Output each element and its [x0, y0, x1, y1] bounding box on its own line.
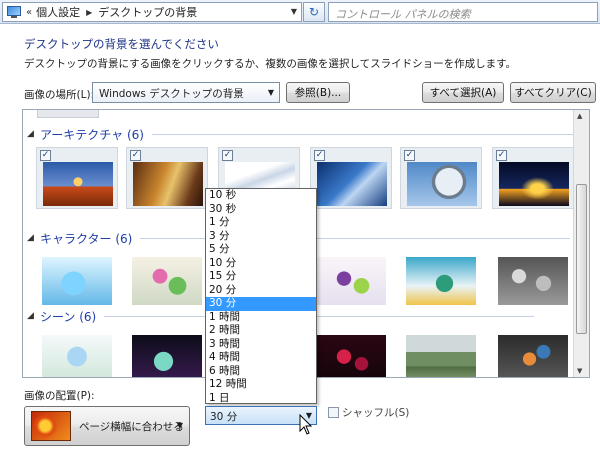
chevron-left-icon[interactable]: «	[26, 7, 32, 18]
interval-option[interactable]: 2 時間	[206, 324, 316, 338]
wallpaper-thumbnail	[407, 162, 477, 206]
checkbox-checked-icon[interactable]: ✓	[130, 150, 141, 161]
interval-option[interactable]: 4 時間	[206, 351, 316, 365]
wallpaper-thumbnail	[317, 162, 387, 206]
scroll-down-icon[interactable]: ▼	[577, 367, 582, 375]
wallpaper-thumbnail	[316, 257, 386, 305]
chevron-down-icon[interactable]: ▼	[291, 7, 297, 16]
scrollbar-thumb[interactable]	[576, 184, 587, 334]
wallpaper-tile-scene-6[interactable]	[492, 329, 574, 377]
wallpaper-thumbnail	[132, 335, 202, 377]
interval-dropdown-list[interactable]: 10 秒 30 秒1 分3 分5 分 10 分 15 分 20 分 30 分1 時間 2 時…	[205, 188, 317, 404]
group-label: シーン (6)	[40, 309, 97, 324]
position-value: ページ横幅に合わせる	[79, 421, 184, 433]
interval-option[interactable]: 1 時間	[206, 311, 316, 325]
checkbox-checked-icon[interactable]: ✓	[314, 150, 325, 161]
interval-option[interactable]: 1 分	[206, 216, 316, 230]
wallpaper-tile-scene-5[interactable]	[400, 329, 482, 377]
interval-option[interactable]: 3 時間	[206, 338, 316, 352]
checkbox-checked-icon[interactable]: ✓	[40, 150, 51, 161]
wallpaper-tile-architecture-2[interactable]: ✓	[126, 147, 208, 209]
wallpaper-tile-architecture-4[interactable]: ✓	[310, 147, 392, 209]
breadcrumb[interactable]: « 個人設定 ▶ デスクトップの背景 ▼	[2, 2, 302, 22]
interval-option[interactable]: 3 分	[206, 230, 316, 244]
wallpaper-tile-character-1[interactable]	[36, 251, 118, 313]
interval-option[interactable]: 5 分	[206, 243, 316, 257]
wallpaper-tile-architecture-1[interactable]: ✓	[36, 147, 118, 209]
browse-button[interactable]: 参照(B)...	[286, 82, 350, 103]
interval-option[interactable]: 30 分	[206, 297, 316, 311]
select-all-button[interactable]: すべて選択(A)	[422, 82, 504, 103]
breadcrumb-item-desktop-background[interactable]: デスクトップの背景	[98, 4, 197, 20]
interval-option[interactable]: 10 分	[206, 257, 316, 271]
page-description: デスクトップの背景にする画像をクリックするか、複数の画像を選択してスライドショー…	[24, 58, 517, 70]
refresh-icon: ↻	[308, 5, 320, 19]
collapse-triangle-icon[interactable]: ◢	[27, 233, 37, 243]
location-label: 画像の場所(L):	[24, 89, 95, 101]
group-label: キャラクター (6)	[40, 231, 133, 246]
wallpaper-tile-character-4[interactable]	[310, 251, 392, 313]
page-title: デスクトップの背景を選んでください	[24, 37, 219, 51]
position-preview-thumbnail	[31, 411, 71, 441]
interval-option[interactable]: 15 分	[206, 270, 316, 284]
wallpaper-tile-architecture-5[interactable]: ✓	[400, 147, 482, 209]
control-panel-icon	[6, 5, 22, 19]
wallpaper-thumbnail	[406, 335, 476, 377]
interval-option[interactable]: 10 秒	[206, 189, 316, 203]
address-bar: « 個人設定 ▶ デスクトップの背景 ▼ ↻ コントロール パネルの検索	[0, 0, 600, 24]
interval-option[interactable]: 12 時間	[206, 378, 316, 392]
wallpaper-thumbnail	[498, 335, 568, 377]
wallpaper-thumbnail	[43, 162, 113, 206]
wallpaper-thumbnail	[132, 257, 202, 305]
wallpaper-thumbnail	[133, 162, 203, 206]
collapse-triangle-icon[interactable]: ◢	[27, 311, 37, 321]
group-divider	[151, 133, 582, 135]
checkbox-checked-icon[interactable]: ✓	[496, 150, 507, 161]
location-value: Windows デスクトップの背景	[99, 88, 244, 100]
wallpaper-tile-scene-1[interactable]	[36, 329, 118, 377]
interval-option[interactable]: 30 秒	[206, 203, 316, 217]
position-label: 画像の配置(P):	[24, 390, 95, 402]
wallpaper-thumbnail	[42, 335, 112, 377]
wallpaper-tile-character-5[interactable]	[400, 251, 482, 313]
chevron-down-icon: ▼	[267, 88, 274, 97]
location-select[interactable]: Windows デスクトップの背景 ▼	[92, 82, 280, 103]
refresh-button[interactable]: ↻	[303, 2, 325, 22]
wallpaper-thumbnail	[42, 257, 112, 305]
previous-group-tile[interactable]	[37, 110, 99, 118]
wallpaper-tile-scene-2[interactable]	[126, 329, 208, 377]
wallpaper-thumbnail	[499, 162, 569, 206]
vertical-scrollbar[interactable]: ▲ ▼	[573, 110, 589, 377]
scroll-up-icon[interactable]: ▲	[577, 112, 582, 120]
group-label: アーキテクチャ (6)	[40, 127, 144, 142]
mouse-cursor-icon	[299, 414, 313, 435]
wallpaper-thumbnail	[406, 257, 476, 305]
wallpaper-tile-architecture-6[interactable]: ✓	[492, 147, 574, 209]
shuffle-label[interactable]: シャッフル(S)	[342, 405, 409, 420]
wallpaper-tile-character-6[interactable]	[492, 251, 574, 313]
group-divider	[104, 315, 535, 317]
interval-option[interactable]: 1 日	[206, 392, 316, 406]
chevron-right-icon[interactable]: ▶	[86, 8, 92, 17]
chevron-down-icon: ▼	[176, 421, 183, 430]
breadcrumb-item-personalization[interactable]: 個人設定	[36, 4, 80, 20]
collapse-triangle-icon[interactable]: ◢	[27, 129, 37, 139]
wallpaper-thumbnail	[316, 335, 386, 377]
checkbox-checked-icon[interactable]: ✓	[404, 150, 415, 161]
wallpaper-tile-scene-4[interactable]	[310, 329, 392, 377]
interval-option[interactable]: 6 時間	[206, 365, 316, 379]
shuffle-checkbox[interactable]	[328, 407, 339, 418]
clear-all-button[interactable]: すべてクリア(C)	[510, 82, 596, 103]
position-select[interactable]: ページ横幅に合わせる ▼	[24, 406, 190, 446]
search-input[interactable]: コントロール パネルの検索	[328, 2, 598, 22]
group-header-architecture[interactable]: ◢ アーキテクチャ (6)	[27, 126, 582, 142]
interval-option[interactable]: 20 分	[206, 284, 316, 298]
interval-value: 30 分	[210, 411, 238, 423]
wallpaper-thumbnail	[498, 257, 568, 305]
checkbox-checked-icon[interactable]: ✓	[222, 150, 233, 161]
wallpaper-tile-character-2[interactable]	[126, 251, 208, 313]
